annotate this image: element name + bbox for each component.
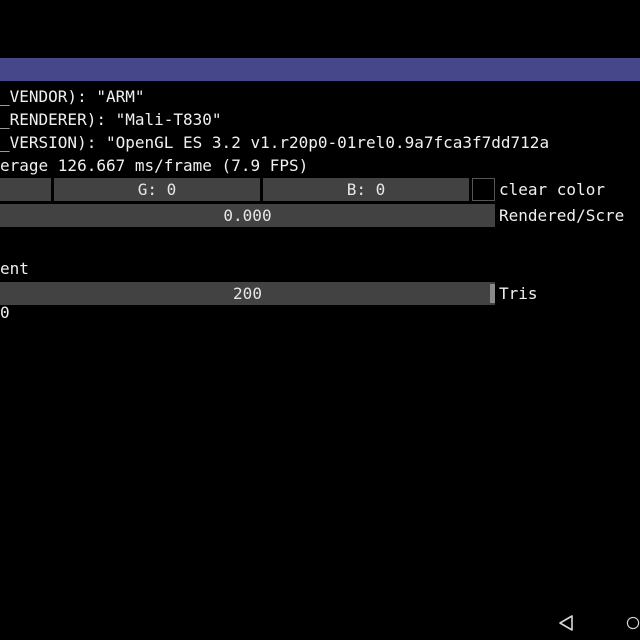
window-title-bar[interactable] [0,58,640,81]
back-triangle-icon[interactable] [553,610,579,636]
rendered-screen-field[interactable]: 0.000 [0,204,495,227]
gl-vendor-text: _VENDOR): "ARM" [0,87,145,106]
tris-slider[interactable]: 200 [0,282,495,305]
gl-version-text: _VERSION): "OpenGL ES 3.2 v1.r20p0-01rel… [0,133,550,152]
rendered-screen-value: 0.000 [223,206,272,225]
clear-color-b-field[interactable]: B: 0 [263,178,469,201]
gl-renderer-text: _RENDERER): "Mali-T830" [0,110,222,129]
tris-label: Tris [499,284,538,303]
clear-color-b-value: B: 0 [346,180,386,199]
home-circle-icon[interactable] [626,610,640,636]
tris-slider-grab[interactable] [490,284,495,303]
tris-slider-value: 200 [233,284,262,303]
clear-color-g-value: G: 0 [137,180,177,199]
rendered-screen-label: Rendered/Scre [499,206,625,225]
section-header-text: ent [0,259,29,278]
partial-text: 0 [0,305,10,321]
clear-color-g-field[interactable]: G: 0 [54,178,260,201]
clear-color-r-field[interactable] [0,178,51,201]
clear-color-swatch[interactable] [472,178,495,201]
fps-text: erage 126.667 ms/frame (7.9 FPS) [0,156,309,175]
clear-color-label: clear color [499,180,605,199]
